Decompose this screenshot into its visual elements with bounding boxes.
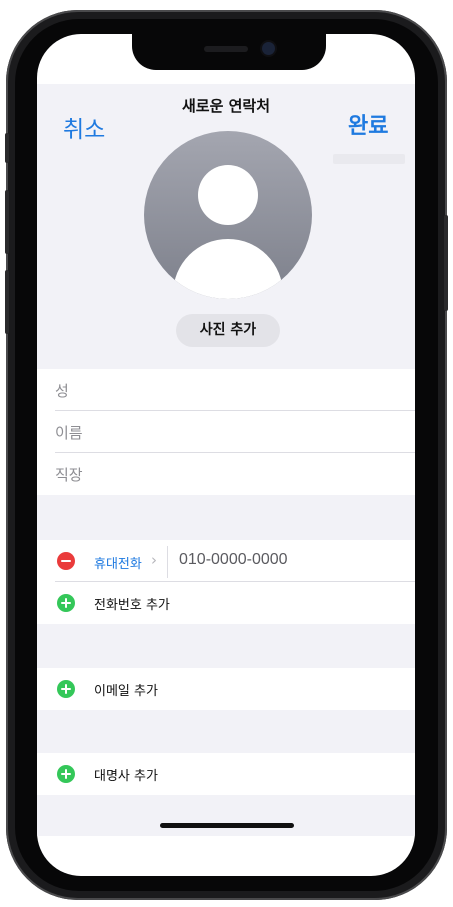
screen: 취소 새로운 연락처 완료 사진 추가 성 이름 직장 휴대전화 › 010-0… <box>37 34 415 876</box>
power-button <box>444 215 448 311</box>
add-phone-icon[interactable] <box>57 594 75 612</box>
done-button[interactable]: 완료 <box>348 108 388 140</box>
pronoun-group: 대명사 추가 <box>37 753 415 795</box>
last-name-field[interactable]: 성 <box>37 369 415 411</box>
avatar-body <box>173 239 283 299</box>
add-pronoun-row[interactable]: 대명사 추가 <box>37 753 415 795</box>
volume-down-button <box>5 270 9 334</box>
phone-number-input[interactable]: 010-0000-0000 <box>179 551 288 569</box>
volume-up-button <box>5 190 9 254</box>
first-name-field[interactable]: 이름 <box>37 411 415 453</box>
new-contact-sheet: 취소 새로운 연락처 완료 사진 추가 성 이름 직장 휴대전화 › 010-0… <box>37 84 415 836</box>
phone-group: 휴대전화 › 010-0000-0000 전화번호 추가 <box>37 540 415 624</box>
mute-switch <box>5 133 9 163</box>
front-camera-icon <box>262 42 275 55</box>
last-name-placeholder: 성 <box>55 382 69 400</box>
add-email-row[interactable]: 이메일 추가 <box>37 668 415 710</box>
company-placeholder: 직장 <box>55 466 83 484</box>
email-group: 이메일 추가 <box>37 668 415 710</box>
name-fields-group: 성 이름 직장 <box>37 369 415 495</box>
add-email-label: 이메일 추가 <box>94 684 158 699</box>
remove-phone-icon[interactable] <box>57 552 75 570</box>
speaker-grille <box>204 46 248 52</box>
phone-type-label[interactable]: 휴대전화 <box>94 553 142 572</box>
home-indicator[interactable] <box>160 823 294 828</box>
first-name-placeholder: 이름 <box>55 424 83 442</box>
phone-row: 휴대전화 › 010-0000-0000 <box>37 540 415 582</box>
chevron-right-icon: › <box>151 551 157 569</box>
add-email-icon[interactable] <box>57 680 75 698</box>
add-pronoun-icon[interactable] <box>57 765 75 783</box>
avatar-placeholder-icon[interactable] <box>144 131 312 299</box>
add-pronoun-label: 대명사 추가 <box>94 769 158 784</box>
add-phone-label: 전화번호 추가 <box>94 598 170 613</box>
add-photo-button[interactable]: 사진 추가 <box>176 314 280 347</box>
vertical-divider <box>167 546 168 578</box>
company-field[interactable]: 직장 <box>37 453 415 495</box>
avatar-head <box>198 165 258 225</box>
placeholder-bar <box>333 154 405 164</box>
add-phone-row[interactable]: 전화번호 추가 <box>37 582 415 624</box>
notch <box>132 34 326 70</box>
